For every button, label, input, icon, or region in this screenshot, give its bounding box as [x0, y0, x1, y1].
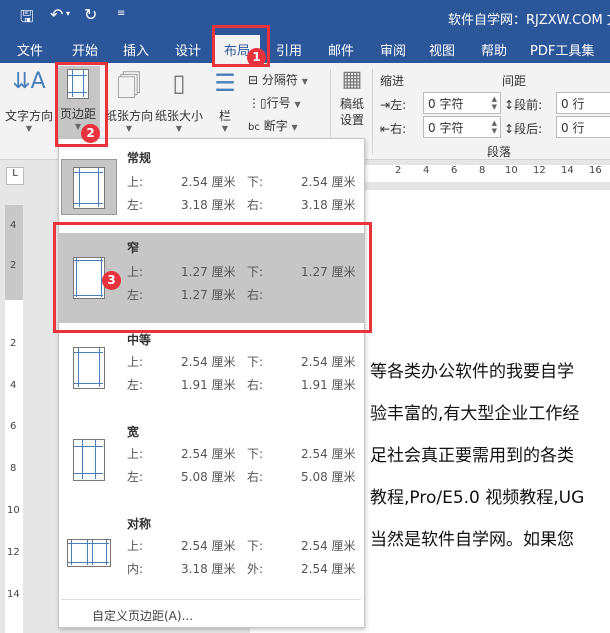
size-button[interactable]: ▯ 纸张大小 ▼: [154, 69, 204, 133]
indent-right-input[interactable]: 0 字符 ▲ ▼: [423, 116, 501, 138]
tab-references[interactable]: 引用: [276, 40, 302, 59]
spacing-after-label: ↕段后:: [504, 122, 543, 136]
indent-left-label: ⇥左:: [380, 98, 407, 112]
spinner-icon: ▲ ▼: [491, 119, 497, 135]
undo-dropdown-icon[interactable]: ▾: [66, 9, 70, 18]
paragraph-group-label: 段落: [487, 145, 512, 159]
size-label: 纸张大小: [154, 109, 203, 123]
mirrored-margin-icon: [67, 539, 111, 567]
tab-view[interactable]: 视图: [429, 40, 455, 59]
indent-right-label: ⇤右:: [380, 122, 407, 136]
document-line[interactable]: 当然是软件自学网。如果您: [370, 525, 610, 550]
spacing-before-icon: ↕: [504, 98, 515, 112]
tab-review[interactable]: 审阅: [380, 40, 406, 59]
margin-option-normal[interactable]: 常规 上: 2.54 厘米 下: 2.54 厘米 左: 3.18 厘米 右: 3.18 …: [59, 143, 364, 233]
hyphenation-label: 断字: [263, 119, 288, 133]
orientation-icon: 🗍: [117, 72, 141, 100]
document-line[interactable]: 足社会真正要需用到的各类: [370, 441, 610, 466]
tab-selector[interactable]: L: [6, 167, 24, 185]
text-direction-label: 文字方向: [4, 109, 53, 123]
line-numbers-icon: ⋮▯: [248, 96, 267, 110]
text-direction-button[interactable]: ⇊A 文字方向 ▼: [4, 69, 54, 133]
chevron-down-icon: ▼: [221, 124, 229, 133]
customize-toolbar-icon[interactable]: ≡: [117, 8, 125, 19]
paper-size-icon: ▯: [172, 69, 186, 97]
menu-divider: [61, 599, 361, 600]
margins-dropdown: 常规 上: 2.54 厘米 下: 2.54 厘米 左: 3.18 厘米 右: 3.18 …: [58, 138, 365, 628]
window-title: 软件自学网：RJZXW.COM 文: [448, 13, 610, 28]
chevron-down-icon: ▼: [175, 124, 183, 133]
wide-margin-icon: [73, 439, 105, 481]
indent-right-icon: ⇤: [380, 122, 391, 136]
hyphenation-button[interactable]: bc 断字 ▼: [248, 117, 298, 134]
custom-margins-item[interactable]: 自定义页边距(A)...: [92, 607, 193, 624]
highlight-box: [53, 222, 372, 333]
chevron-down-icon: ▼: [125, 124, 133, 133]
breaks-button[interactable]: ⊟ 分隔符 ▼: [248, 71, 308, 88]
undo-icon[interactable]: ↶: [50, 5, 63, 24]
normal-margin-icon: [73, 167, 105, 209]
step-badge: 3: [102, 271, 121, 290]
tab-home[interactable]: 开始: [72, 40, 98, 59]
tab-help[interactable]: 帮助: [481, 40, 507, 59]
indent-left-icon: ⇥: [380, 98, 391, 112]
hyphenation-icon: bc: [248, 122, 260, 133]
title-bar: 🖫 ↶ ▾ ↻ ≡ 软件自学网：RJZXW.COM 文: [0, 0, 610, 33]
line-numbers-label: 行号: [266, 96, 291, 110]
spinner-icon: ▲ ▼: [491, 95, 497, 111]
moderate-margin-icon: [73, 347, 105, 389]
group-divider: [372, 69, 373, 154]
breaks-icon: ⊟: [248, 73, 259, 87]
margin-option-wide[interactable]: 宽 上: 2.54 厘米 下: 2.54 厘米 左: 5.08 厘米 右: 5.08 厘…: [59, 419, 364, 509]
indent-left-input[interactable]: 0 字符 ▲ ▼: [423, 92, 501, 114]
document-line[interactable]: 等各类办公软件的我要自学: [370, 357, 610, 382]
manuscript-settings-button[interactable]: ▦ 稿纸 设置: [334, 66, 370, 128]
horizontal-ruler[interactable]: 24 68 10 12 14 16: [365, 165, 610, 182]
orientation-label: 纸张方向: [104, 109, 153, 123]
document-line[interactable]: 教程,Pro/E5.0 视频教程,UG: [370, 483, 610, 508]
margin-option-moderate[interactable]: 中等 上: 2.54 厘米 下: 2.54 厘米 左: 1.91 厘米 右: 1.91 …: [59, 327, 364, 417]
spacing-label: 间距: [502, 74, 527, 88]
tab-mailings[interactable]: 邮件: [328, 40, 354, 59]
step-badge: 2: [81, 124, 100, 143]
margin-option-mirrored[interactable]: 对称 上: 2.54 厘米 下: 2.54 厘米 内: 3.18 厘米 外: 2.54 …: [59, 511, 364, 601]
tab-pdf-tools[interactable]: PDF工具集: [530, 40, 594, 59]
breaks-label: 分隔符: [261, 73, 298, 87]
columns-label: 栏: [218, 109, 231, 123]
vertical-ruler[interactable]: 42 24 68 10 12 14: [5, 205, 23, 633]
spacing-before-label: ↕段前:: [504, 98, 543, 112]
tab-design[interactable]: 设计: [175, 40, 201, 59]
tab-insert[interactable]: 插入: [123, 40, 149, 59]
line-numbers-button[interactable]: ⋮▯行号 ▼: [248, 94, 301, 111]
tab-file[interactable]: 文件: [17, 40, 43, 59]
text-direction-icon: ⇊A: [12, 69, 46, 94]
orientation-button[interactable]: 🗍 纸张方向 ▼: [104, 69, 154, 133]
manuscript-label: 稿纸 设置: [339, 97, 364, 127]
chevron-down-icon: ▼: [25, 124, 33, 133]
step-badge: 1: [247, 48, 266, 67]
spacing-before-input[interactable]: 0 行: [556, 92, 610, 114]
ribbon-tabs: 文件 开始 插入 设计 布局 引用 邮件 审阅 视图 帮助 PDF工具集: [0, 33, 610, 63]
columns-button[interactable]: ☰ 栏 ▼: [210, 69, 240, 133]
spacing-after-icon: ↕: [504, 122, 515, 136]
save-icon[interactable]: 🖫: [20, 6, 34, 33]
document-line[interactable]: 验丰富的,有大型企业工作经: [370, 399, 610, 424]
spacing-after-input[interactable]: 0 行: [556, 116, 610, 138]
indent-label: 缩进: [380, 74, 405, 88]
columns-icon: ☰: [214, 69, 236, 97]
redo-icon[interactable]: ↻: [84, 5, 97, 24]
manuscript-icon: ▦: [341, 67, 363, 92]
